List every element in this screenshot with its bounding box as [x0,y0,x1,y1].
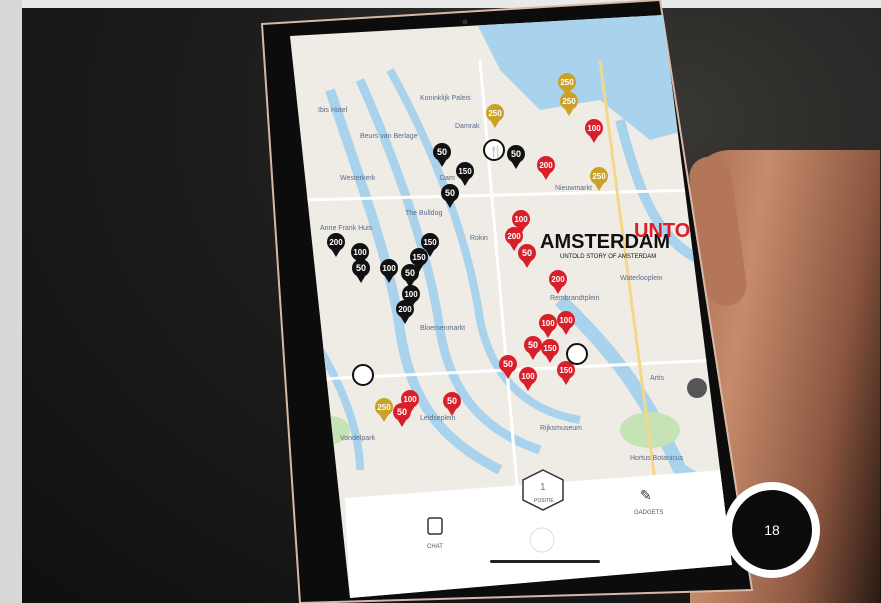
map-label: Rokin [470,235,488,242]
map-pin-value: 50 [405,268,415,278]
map-label: Beurs van Berlage [360,133,418,140]
position-number: 1 [540,482,546,493]
location-marker-icon[interactable] [687,378,707,398]
map-pin-value: 200 [507,232,521,241]
chat-label: CHAT [427,544,443,550]
map-pin-value: 100 [403,395,417,404]
map-pin-value: 150 [423,238,437,247]
map-label: Rembrandtplein [550,295,600,302]
logo-title-accent: UNTO [634,220,690,242]
map-pin-value: 50 [522,248,532,258]
gadgets-label: GADGETS [634,510,663,516]
cutlery-icon: 🍴 [489,145,503,158]
map-label: Nieuwmarkt [555,185,592,192]
map-pin-value: 100 [541,319,555,328]
map-pin-value: 150 [543,344,557,353]
happen-text: Happen [585,528,658,550]
wine-pin-icon[interactable] [352,364,374,386]
map-pin-value: 50 [503,359,513,369]
map-pin-value: 50 [447,396,457,406]
map-label: Hortus Botanicus [630,455,684,462]
position-label: POSITIE [534,498,554,504]
map-pin-value: 150 [458,167,472,176]
map-pin-value: 100 [521,372,535,381]
happen-bubble [529,527,555,553]
map-label: Westerkerk [340,175,376,182]
map-pin-value: 250 [592,172,606,181]
map-label: Anne Frank Huis [320,225,373,232]
map-pin-value: 50 [397,407,407,417]
slide-counter-number: 18 [764,522,780,538]
map-label: Artis [650,375,665,382]
map-pin-value: 200 [551,275,565,284]
camera [462,19,468,25]
map-label: Koninklijk Paleis [420,95,471,102]
map-pin-value: 200 [329,238,343,247]
map-pin-value: 200 [398,305,412,314]
map-pin-value: 50 [528,340,538,350]
map-label: Leidseplein [420,415,456,422]
map-pin-value: 50 [356,263,366,273]
map-pin-value: 100 [559,316,573,325]
gadgets-icon: ✎ [640,487,652,503]
map-pin-value: 50 [437,147,447,157]
map-label: Dam [440,175,455,182]
map-label: Rijksmuseum [540,425,582,432]
map-pin-value: 100 [382,264,396,273]
map-label: Vondelpark [340,435,376,442]
map-label: Ibis Hotel [318,107,348,114]
map-label: Waterlooplein [620,275,663,282]
map-pin-value: 100 [404,290,418,299]
map-pin-value: 200 [539,161,553,170]
logo-subtitle: UNTOLD STORY OF AMSTERDAM [560,254,656,260]
map-pin-value: 250 [562,97,576,106]
map-pin-value: 100 [353,248,367,257]
map-pin-value: 150 [412,253,426,262]
map-pin-value: 50 [445,188,455,198]
map-label: Bloemenmarkt [420,325,465,332]
map-pin-value: 150 [559,366,573,375]
map-pin-value: 250 [560,78,574,87]
map-pin-value: 250 [488,109,502,118]
map-pin-value: 100 [587,124,601,133]
map-label: The Bulldog [405,210,442,217]
wine-pin-icon[interactable] [566,343,588,365]
map-pin-value: 250 [377,403,391,412]
slide-counter: 18 [724,482,820,578]
map-label: Damrak [455,123,480,130]
map-pin-value: 100 [514,215,528,224]
home-indicator [490,560,600,563]
map-pin-value: 50 [511,149,521,159]
